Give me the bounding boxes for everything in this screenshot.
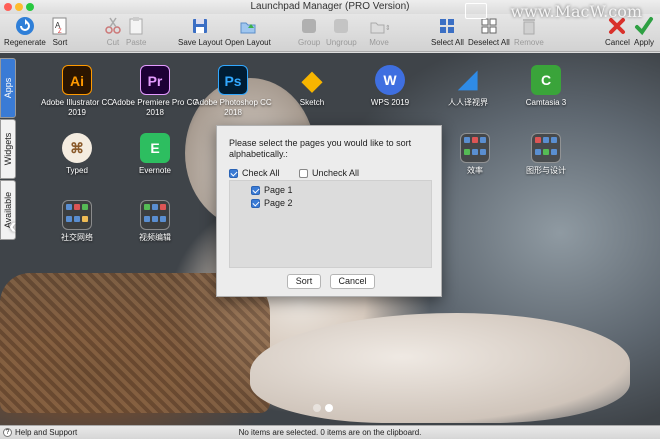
regenerate-icon xyxy=(15,16,35,36)
page-1-checkbox[interactable]: Page 1 xyxy=(251,185,293,195)
help-and-support-link[interactable]: ? Help and Support xyxy=(3,426,77,439)
folder-icon xyxy=(62,200,92,230)
tab-apps[interactable]: Apps xyxy=(0,58,16,118)
checkbox-checked-icon xyxy=(251,185,260,195)
svg-text:Z: Z xyxy=(58,29,62,35)
status-bar: No items are selected. 0 items are on th… xyxy=(0,425,660,439)
ungroup-icon xyxy=(331,16,351,36)
app-sketch[interactable]: ◆ Sketch xyxy=(267,65,357,108)
folder-icon xyxy=(140,200,170,230)
page-dot-1[interactable] xyxy=(313,404,321,412)
cut-button[interactable]: Cut xyxy=(103,16,123,47)
ungroup-button[interactable]: Ungroup xyxy=(326,16,357,47)
folder-video-editing[interactable]: 视频编辑 xyxy=(110,200,200,243)
premiere-icon: Pr xyxy=(140,65,170,95)
typed-icon: ⌘ xyxy=(62,133,92,163)
dialog-cancel-button[interactable]: Cancel xyxy=(330,274,375,289)
scissors-icon xyxy=(103,16,123,36)
page-2-checkbox[interactable]: Page 2 xyxy=(251,198,293,208)
move-folder-icon: ⇕ xyxy=(369,16,391,36)
illustrator-icon: Ai xyxy=(62,65,92,95)
sketch-icon: ◆ xyxy=(302,65,322,95)
app-illustrator[interactable]: Ai Adobe Illustrator CC 2019 xyxy=(32,65,122,118)
floppy-disk-icon xyxy=(190,16,210,36)
save-layout-button[interactable]: Save Layout xyxy=(178,16,222,47)
paste-button[interactable]: Paste xyxy=(126,16,146,47)
checkbox-checked-icon xyxy=(229,168,238,178)
close-window-button[interactable] xyxy=(4,3,12,11)
group-button[interactable]: Group xyxy=(298,16,320,47)
svg-text:⇕: ⇕ xyxy=(385,24,389,32)
folder-icon xyxy=(531,133,561,163)
dialog-sort-button[interactable]: Sort xyxy=(287,274,321,289)
wallpaper-cat-body xyxy=(250,313,630,423)
deselect-all-button[interactable]: Deselect All xyxy=(468,16,510,47)
status-message: No items are selected. 0 items are on th… xyxy=(238,428,422,437)
wps-icon: W xyxy=(375,65,405,95)
sort-button[interactable]: AZ Sort xyxy=(50,16,70,47)
zoom-window-button[interactable] xyxy=(26,3,34,11)
select-all-button[interactable]: Select All xyxy=(431,16,464,47)
group-icon xyxy=(299,16,319,36)
chevron-left-icon[interactable]: ‹ xyxy=(9,213,16,239)
page-indicator xyxy=(313,403,337,415)
sort-icon: AZ xyxy=(50,16,70,36)
app-translator[interactable]: ◢ 人人译视界 xyxy=(423,65,513,108)
regenerate-button[interactable]: Regenerate xyxy=(4,16,46,47)
watermark-logo xyxy=(465,3,487,19)
app-evernote[interactable]: E Evernote xyxy=(110,133,200,176)
app-photoshop[interactable]: Ps Adobe Photoshop CC 2018 xyxy=(188,65,278,118)
watermark-text: www.MacW.com xyxy=(510,2,642,21)
check-all-checkbox[interactable]: Check All xyxy=(229,168,280,178)
question-mark-icon: ? xyxy=(3,428,12,437)
camtasia-icon: C xyxy=(531,65,561,95)
folder-social-network[interactable]: 社交网络 xyxy=(32,200,122,243)
uncheck-all-checkbox[interactable]: Uncheck All xyxy=(299,168,359,178)
page-dot-2[interactable] xyxy=(325,404,333,412)
pages-list: Page 1 Page 2 xyxy=(229,180,432,268)
evernote-icon: E xyxy=(140,133,170,163)
clipboard-icon xyxy=(126,16,146,36)
app-premiere[interactable]: Pr Adobe Premiere Pro CC 2018 xyxy=(110,65,200,118)
app-wps[interactable]: W WPS 2019 xyxy=(345,65,435,108)
photoshop-icon: Ps xyxy=(218,65,248,95)
checkbox-empty-icon xyxy=(299,168,308,178)
app-camtasia[interactable]: C Camtasia 3 xyxy=(501,65,591,108)
minimize-window-button[interactable] xyxy=(15,3,23,11)
select-all-icon xyxy=(437,16,457,36)
folder-graphics-design[interactable]: 图形与设计 xyxy=(501,133,591,176)
move-button[interactable]: ⇕ Move xyxy=(369,16,391,47)
dialog-message: Please select the pages you would like t… xyxy=(229,138,412,159)
checkbox-checked-icon xyxy=(251,198,260,208)
window-title: Launchpad Manager (PRO Version) xyxy=(250,1,410,12)
sort-pages-dialog: Please select the pages you would like t… xyxy=(216,125,442,297)
open-folder-icon xyxy=(238,16,258,36)
app-typed[interactable]: ⌘ Typed xyxy=(32,133,122,176)
tab-widgets[interactable]: Widgets xyxy=(0,119,16,179)
open-layout-button[interactable]: Open Layout xyxy=(225,16,271,47)
translator-icon: ◢ xyxy=(458,66,478,93)
deselect-all-icon xyxy=(479,16,499,36)
folder-icon xyxy=(460,133,490,163)
